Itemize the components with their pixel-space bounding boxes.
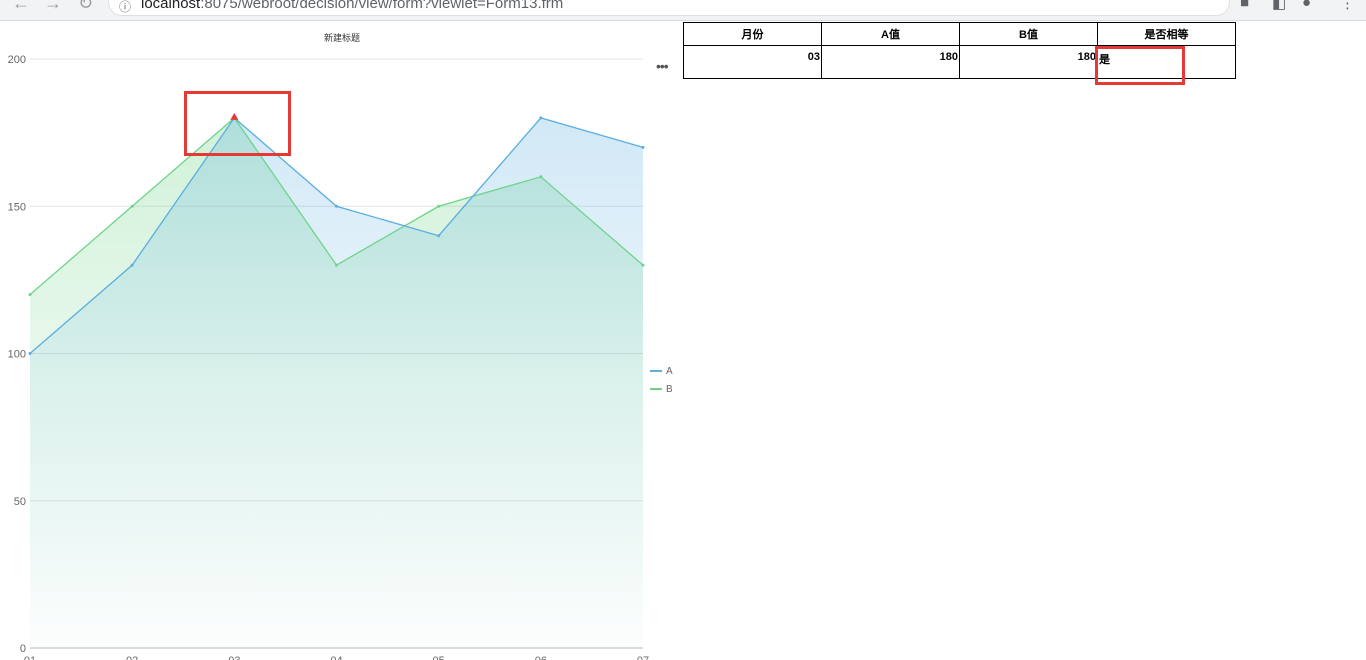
side-panel-icon[interactable]: ◧ <box>1272 0 1286 12</box>
legend-label-a: A <box>666 365 673 377</box>
address-bar[interactable]: ⓘ localhost:8075/webroot/decision/view/f… <box>108 0 1230 16</box>
data-point-b <box>641 263 645 267</box>
highlight-box-equal-cell <box>1095 46 1185 85</box>
cell-month[interactable]: 03 <box>683 45 822 79</box>
data-point-b <box>130 204 134 208</box>
extensions-puzzle-icon[interactable]: ■ <box>1240 0 1249 11</box>
x-tick-label: 03 <box>228 655 240 660</box>
x-tick-label: 04 <box>330 655 342 660</box>
browser-toolbar: ← → ↻ ⓘ localhost:8075/webroot/decision/… <box>0 0 1366 21</box>
x-tick-label: 06 <box>535 655 547 660</box>
reload-icon[interactable]: ↻ <box>78 0 93 12</box>
header-a-value: A值 <box>821 22 960 46</box>
data-point-a <box>130 263 134 267</box>
more-options-icon[interactable]: ••• <box>656 58 669 74</box>
forward-arrow-icon[interactable]: → <box>44 0 62 12</box>
data-point-b <box>335 263 338 267</box>
y-tick-label: 50 <box>14 496 26 508</box>
site-info-icon[interactable]: ⓘ <box>119 0 131 15</box>
y-tick-label: 0 <box>20 643 26 655</box>
menu-kebab-icon[interactable]: ⋮ <box>1340 0 1355 12</box>
data-point-a <box>641 145 645 149</box>
legend-swatch-a <box>650 370 662 372</box>
legend-item-b[interactable]: B <box>650 380 673 398</box>
x-tick-label: 02 <box>126 655 138 660</box>
header-is-equal: 是否相等 <box>1097 22 1236 46</box>
y-tick-label: 100 <box>8 349 26 361</box>
table-header-row: 月份 A值 B值 是否相等 <box>683 22 1236 46</box>
x-tick-label: 07 <box>637 655 649 660</box>
header-b-value: B值 <box>959 22 1098 46</box>
y-tick-label: 200 <box>8 54 26 66</box>
legend-swatch-b <box>650 388 662 390</box>
area-fill-a <box>30 117 643 648</box>
header-month: 月份 <box>683 22 822 46</box>
data-point-b <box>437 204 441 208</box>
data-point-a <box>335 204 338 208</box>
chart-svg: 0 50 100 150 200 01 02 03 04 05 06 07 <box>8 54 649 660</box>
legend-label-b: B <box>666 383 673 395</box>
cell-b-value[interactable]: 180 <box>959 45 1098 79</box>
cell-a-value[interactable]: 180 <box>821 45 960 79</box>
data-point-b <box>539 175 543 179</box>
x-tick-label: 01 <box>24 655 36 660</box>
back-arrow-icon[interactable]: ← <box>12 0 30 12</box>
data-point-a <box>28 352 32 355</box>
data-point-a <box>437 234 441 238</box>
y-tick-label: 150 <box>8 201 26 213</box>
data-point-a <box>539 116 543 120</box>
chart-title: 新建标题 <box>323 33 360 43</box>
legend-item-a[interactable]: A <box>650 362 673 380</box>
profile-avatar-icon[interactable]: ● <box>1302 0 1311 11</box>
highlight-box-peak <box>184 91 291 156</box>
data-point-b <box>28 293 32 297</box>
url-text[interactable]: localhost:8075/webroot/decision/view/for… <box>141 0 563 12</box>
chart-legend: A B <box>650 362 673 398</box>
x-tick-label: 05 <box>433 655 445 660</box>
area-chart: 0 50 100 150 200 01 02 03 04 05 06 07 新建标题 ••• A B <box>0 22 680 660</box>
